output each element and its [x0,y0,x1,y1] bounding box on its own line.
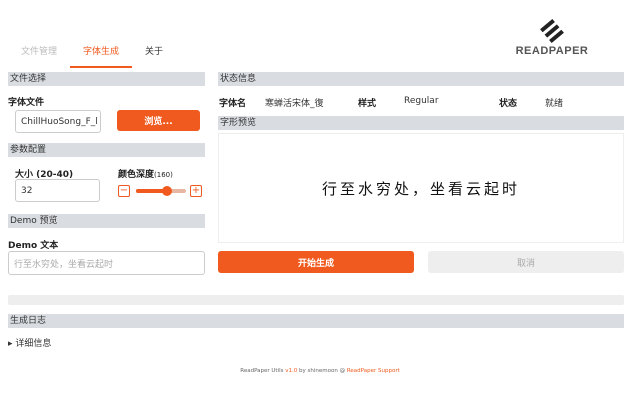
depth-increase-button[interactable]: + [190,185,202,197]
footer-by: by shinemoon @ [299,368,346,374]
browse-button[interactable]: 浏览... [117,110,200,131]
style-label: 样式 [358,99,377,109]
tab-bar: 文件管理 字体生成 关于 [8,40,176,68]
tab-file-management[interactable]: 文件管理 [8,40,70,68]
color-depth-label: 颜色深度(160) [118,167,173,180]
style-value: Regular [404,96,439,106]
depth-decrease-button[interactable]: − [118,185,130,197]
footer: ReadPaper Utils v1.0 by shinemoon @ Read… [0,368,640,374]
size-input[interactable]: 32 [15,179,100,202]
status-header: 状态信息 [218,72,624,86]
footer-support-link[interactable]: ReadPaper Support [347,368,400,374]
glyph-preview-box: 行至水穷处，坐看云起时 [218,133,624,243]
readpaper-logo-icon [540,18,564,44]
glyph-preview-header: 字形预览 [218,116,624,130]
glyph-preview-text: 行至水穷处，坐看云起时 [321,179,520,198]
progress-bar [8,295,624,305]
readpaper-logo: READPAPER [512,18,592,62]
details-toggle[interactable]: ▸ 详细信息 [8,336,51,349]
demo-text-input[interactable]: 行至水穷处，坐看云起时 [8,251,205,275]
tab-font-generation[interactable]: 字体生成 [70,40,133,68]
cancel-button[interactable]: 取消 [428,251,624,273]
depth-slider-thumb[interactable] [162,186,173,196]
log-header: 生成日志 [8,314,624,328]
font-file-label: 字体文件 [8,98,45,108]
font-name-value: 寒蝉活宋体_復 [265,99,324,109]
start-generate-button[interactable]: 开始生成 [218,251,414,273]
demo-header: Demo 预览 [8,214,205,228]
logo-text: READPAPER [515,45,589,57]
state-label: 状态 [499,99,518,109]
footer-version: v1.0 [285,368,298,374]
tab-about[interactable]: 关于 [132,40,176,68]
state-value: 就绪 [545,99,564,109]
demo-text-label: Demo 文本 [8,241,59,251]
file-select-header: 文件选择 [8,72,205,86]
font-name-label: 字体名 [219,99,247,109]
color-depth-label-text: 颜色深度 [118,170,155,180]
color-depth-value: (160) [154,171,173,179]
params-header: 参数配置 [8,143,205,157]
footer-prefix: ReadPaper Utils [240,368,284,374]
font-file-input[interactable]: ChillHuoSong_F_l [15,110,101,133]
